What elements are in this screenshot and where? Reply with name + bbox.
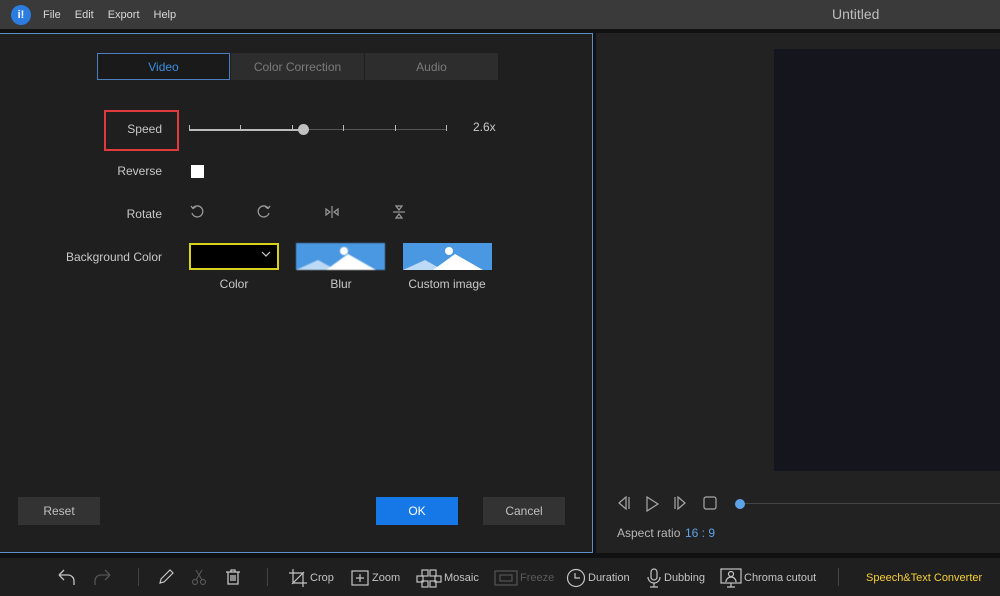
undo-icon[interactable] [57,568,79,586]
flip-vertical-icon[interactable] [391,204,409,222]
custom-image-option-label: Custom image [408,277,486,291]
mosaic-icon [416,569,442,588]
tab-video[interactable]: Video [97,53,230,80]
preview-panel: Aspect ratio 16 : 9 [596,33,1000,553]
previous-frame-icon[interactable] [616,495,632,516]
flip-horizontal-icon[interactable] [324,204,342,222]
color-option-label: Color [219,277,249,291]
tab-bar: Video Color Correction Audio [97,53,499,80]
chroma-icon [720,568,742,588]
toolbar-divider [838,568,839,586]
redo-icon[interactable] [92,568,114,586]
toolbar-divider [267,568,268,586]
zoom-icon [351,570,369,586]
rotate-left-icon[interactable] [189,204,207,222]
tab-color-correction[interactable]: Color Correction [231,53,364,80]
video-preview [774,49,1000,471]
scissors-icon[interactable] [191,568,209,586]
dubbing-button[interactable]: Dubbing [646,568,705,588]
speech-text-converter-link[interactable]: Speech&Text Converter [866,572,982,584]
freeze-button[interactable]: Freeze [494,568,554,588]
aspect-ratio-value[interactable]: 16 : 9 [685,526,715,540]
duration-button[interactable]: Duration [566,568,630,588]
slider-tick [343,125,344,131]
tab-audio[interactable]: Audio [365,53,498,80]
reverse-label: Reverse [117,164,162,178]
duration-label: Duration [588,572,630,584]
crop-label: Crop [310,572,334,584]
aspect-ratio-label: Aspect ratio [617,526,681,540]
reverse-checkbox[interactable] [191,165,204,178]
speed-value: 2.6x [473,120,496,134]
zoom-button[interactable]: Zoom [350,568,400,588]
chevron-down-icon [261,249,271,262]
slider-knob[interactable] [297,124,309,135]
zoom-label: Zoom [372,572,401,584]
slider-tick [446,125,447,131]
reset-button[interactable]: Reset [18,497,100,525]
video-settings-dialog: Video Color Correction Audio Speed 2.6x … [0,33,593,553]
ok-button[interactable]: OK [376,497,458,525]
freeze-icon [494,570,518,586]
blur-option[interactable] [296,243,385,270]
cancel-button[interactable]: Cancel [483,497,565,525]
crop-icon [289,569,307,587]
play-icon[interactable] [643,495,661,518]
mosaic-button[interactable]: Mosaic [416,568,479,588]
dubbing-label: Dubbing [664,572,705,584]
speed-label: Speed [127,122,162,136]
crop-button[interactable]: Crop [288,568,334,588]
slider-tick [189,125,190,131]
window-title: Untitled [832,6,880,22]
rotate-right-icon[interactable] [256,204,274,222]
custom-image-option[interactable] [403,243,492,270]
freeze-label: Freeze [520,572,555,584]
speed-slider[interactable] [189,124,447,135]
background-color-label: Background Color [65,250,162,264]
microphone-icon [647,568,661,588]
next-frame-icon[interactable] [672,495,688,516]
delete-icon[interactable] [224,568,244,586]
chroma-cutout-label: Chroma cutout [744,572,817,584]
image-icon [403,247,483,270]
clock-icon [566,568,586,588]
seek-knob[interactable] [735,499,745,509]
blur-option-label: Blur [330,277,352,291]
chroma-cutout-button[interactable]: Chroma cutout [720,568,816,588]
edit-toolbar: Crop Zoom Mosaic Freeze Duration Dubbing… [0,558,1000,596]
rotate-label: Rotate [126,207,162,221]
edit-pencil-icon[interactable] [157,568,177,586]
mosaic-label: Mosaic [444,572,479,584]
seek-bar[interactable] [739,503,1000,504]
slider-tick [240,125,241,131]
image-icon [296,247,376,270]
slider-fill [189,129,303,131]
title-bar: i! File Edit Export Help Untitled [0,0,1000,29]
color-dropdown[interactable] [189,243,279,270]
toolbar-divider [138,568,139,586]
slider-tick [395,125,396,131]
stop-icon[interactable] [702,495,718,516]
slider-tick [292,125,293,131]
